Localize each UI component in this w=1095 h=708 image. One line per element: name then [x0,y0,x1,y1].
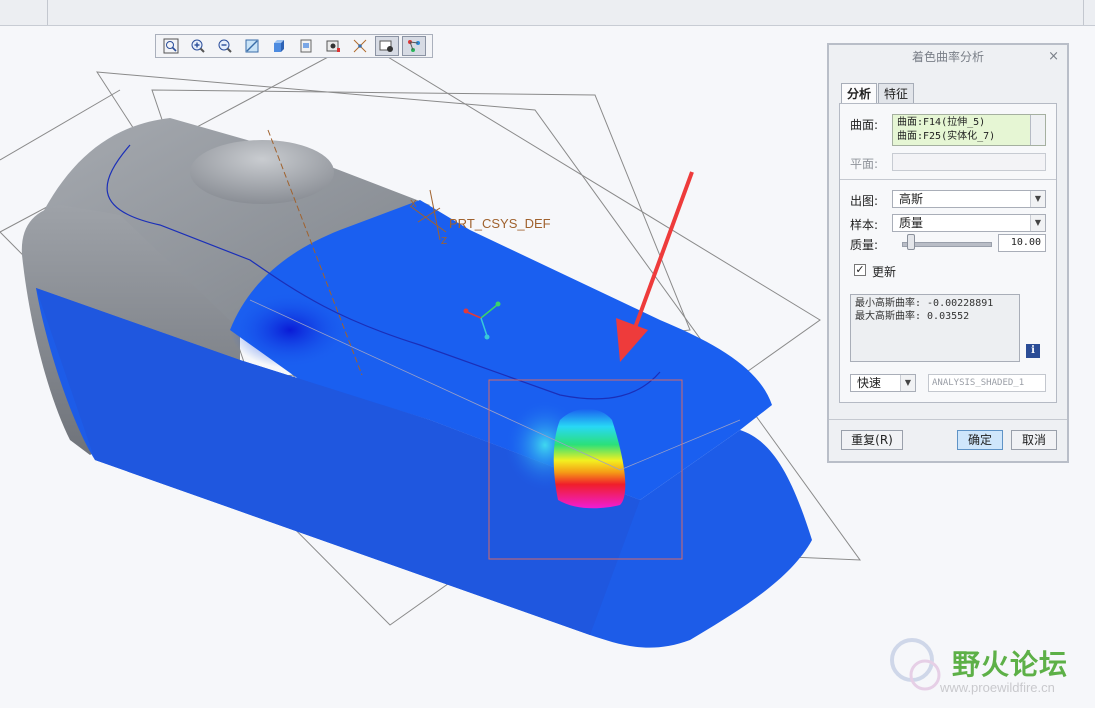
watermark-logo-icon [890,638,941,691]
repaint-button[interactable] [240,36,264,56]
gray-hump [190,140,334,204]
sample-label: 样本: [850,218,879,232]
sample-value: 质量 [899,216,924,230]
view-toolbar [155,34,433,58]
surface-collector[interactable]: 曲面:F14(拉伸_5) 曲面:F25(实体化_7) [892,114,1046,146]
checkmark-icon: ✓ [855,263,865,276]
surface-scrollbar[interactable] [1030,115,1045,145]
zoom-fit-icon [163,38,179,54]
output-value: 高斯 [899,192,924,206]
csys-axis-z: Z [441,236,447,247]
max-gauss-curvature: 最大高斯曲率: 0.03552 [855,311,970,322]
annotation-display-button[interactable] [375,36,399,56]
quality-input[interactable]: 10.00 [998,234,1046,252]
result-display: 最小高斯曲率: -0.00228891 最大高斯曲率: 0.03552 [850,294,1020,362]
dialog-title: 着色曲率分析 [911,50,984,64]
zoom-out-button[interactable] [213,36,237,56]
plane-label: 平面: [850,157,879,171]
view-manager-icon [326,40,340,52]
repaint-icon [245,39,259,53]
quality-slider-thumb[interactable] [907,234,916,250]
plane-collector[interactable] [892,153,1046,171]
surface-item-2[interactable]: 曲面:F25(实体化_7) [897,130,1041,144]
watermark-title: 野火论坛 [952,648,1069,681]
tab-analysis[interactable]: 分析 [841,83,878,105]
display-style-icon [274,40,284,52]
display-style-button[interactable] [267,36,291,56]
watermark-url: www.proewildfire.cn [940,680,1055,695]
menu-separator [1083,0,1084,25]
zoom-in-icon [191,39,205,53]
zoom-fit-button[interactable] [159,36,183,56]
csys-axis-x: X [410,199,417,210]
datum-display-button[interactable] [348,36,372,56]
zoom-out-icon [218,39,232,53]
cancel-button[interactable]: 取消 [1011,430,1057,450]
dark-blue-zone [230,292,350,368]
repeat-button[interactable]: 重复(R) [841,430,903,450]
analysis-display-icon [408,40,420,52]
analysis-name-input[interactable]: ANALYSIS_SHADED_1 [928,374,1046,392]
analysis-display-button[interactable] [402,36,426,56]
quality-slider-track[interactable] [902,242,992,247]
ok-button[interactable]: 确定 [957,430,1003,450]
quick-mode-select[interactable]: 快速 ▼ [850,374,916,392]
saved-views-button[interactable] [294,36,318,56]
menu-separator [47,0,48,25]
panel-divider [840,179,1056,180]
top-menu-bar [0,0,1095,26]
dialog-separator [829,419,1067,420]
quick-mode-value: 快速 [857,376,882,390]
chevron-down-icon: ▼ [1030,215,1045,231]
csys-label: PRT_CSYS_DEF [449,216,551,231]
output-label: 出图: [850,194,879,208]
chevron-down-icon: ▼ [900,375,915,391]
sample-select[interactable]: 质量 ▼ [892,214,1046,232]
info-icon[interactable]: i [1026,344,1040,358]
view-manager-button[interactable] [321,36,345,56]
chevron-down-icon: ▼ [1030,191,1045,207]
surface-label: 曲面: [850,118,879,132]
zoom-in-button[interactable] [186,36,210,56]
dialog-tabs: 分析 特征 [841,83,915,105]
output-select[interactable]: 高斯 ▼ [892,190,1046,208]
dialog-title-bar: 着色曲率分析 × [829,45,1067,69]
update-label: 更新 [872,265,897,279]
datum-display-icon [353,39,367,53]
min-gauss-curvature: 最小高斯曲率: -0.00228891 [855,298,994,309]
shaded-curvature-dialog: 着色曲率分析 × 分析 特征 曲面: 曲面:F14(拉伸_5) 曲面:F25(实… [827,43,1069,463]
quality-label: 质量: [850,238,879,252]
saved-views-icon [300,39,312,53]
surface-item-1[interactable]: 曲面:F14(拉伸_5) [897,116,1041,130]
tab-feature[interactable]: 特征 [878,83,915,104]
update-checkbox[interactable]: ✓ [854,264,866,276]
analysis-panel: 曲面: 曲面:F14(拉伸_5) 曲面:F25(实体化_7) 平面: 出图: 高… [839,103,1057,403]
close-icon[interactable]: × [1048,45,1059,69]
annotation-display-icon [379,40,393,52]
